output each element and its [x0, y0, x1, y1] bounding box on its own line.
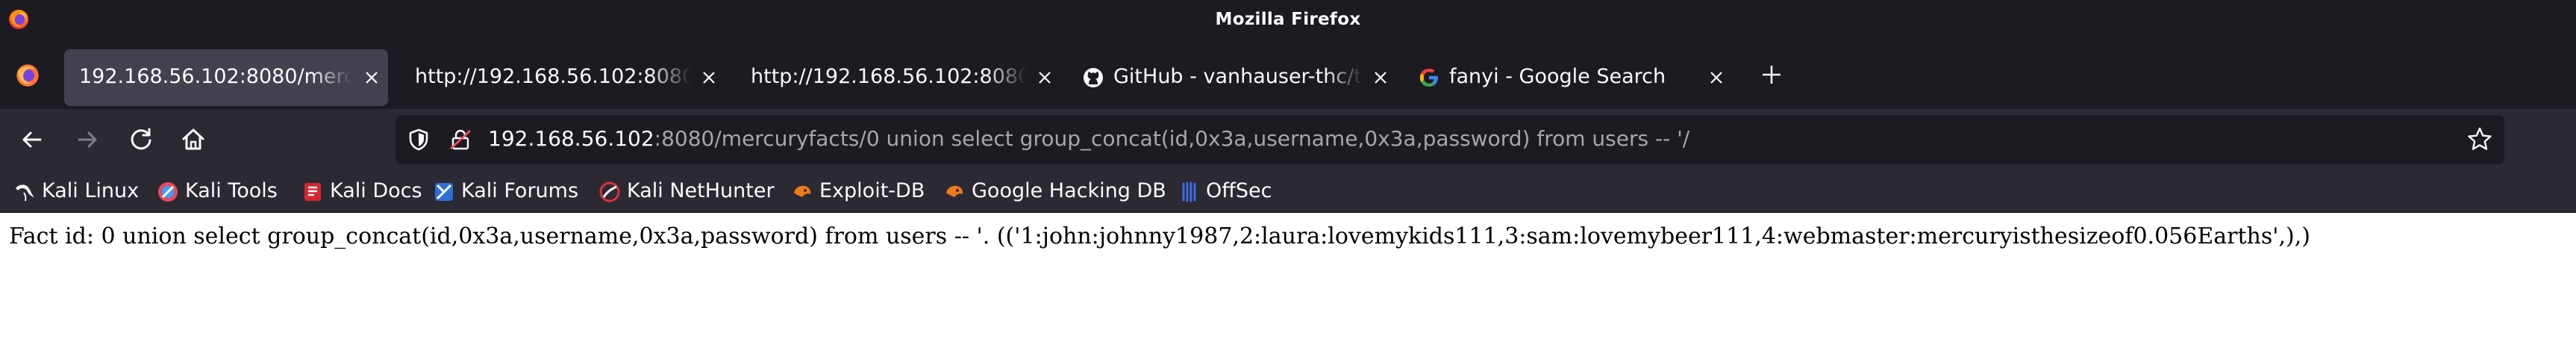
home-icon[interactable]	[178, 124, 209, 155]
close-tab-icon[interactable]	[700, 69, 718, 87]
kali-forums-icon	[435, 183, 453, 201]
bookmark-label: Exploit-DB	[819, 179, 925, 202]
bookmark-star-icon[interactable]	[2466, 125, 2494, 154]
url-text[interactable]: 192.168.56.102:8080/mercuryfacts/0 union…	[488, 126, 1689, 151]
back-arrow-icon[interactable]	[16, 124, 48, 155]
exploit-db-icon	[794, 185, 811, 197]
page-content: Fact id: 0 union select group_concat(id,…	[0, 213, 2576, 354]
tab-mercuryfacts-union[interactable]: 192.168.56.102:8080/mercuryfacts/0 union…	[64, 49, 388, 106]
url-host: 192.168.56.102	[488, 126, 654, 151]
window-titlebar: Mozilla Firefox	[0, 0, 2576, 40]
bookmark-label: Kali Docs	[330, 179, 422, 202]
tab-root[interactable]: http://192.168.56.102:8080/	[736, 49, 1061, 106]
window-title: Mozilla Firefox	[1215, 10, 1361, 29]
firefox-view-icon[interactable]	[15, 63, 40, 88]
tab-label: http://192.168.56.102:8080/	[751, 65, 1027, 88]
ghdb-icon	[946, 185, 963, 197]
bookmark-exploit-db[interactable]: Exploit-DB	[791, 176, 933, 206]
new-tab-plus-icon[interactable]	[1760, 63, 1783, 87]
close-tab-icon[interactable]	[363, 69, 381, 87]
bookmark-label: Kali Tools	[185, 179, 278, 202]
bookmark-kali-nethunter[interactable]: Kali NetHunter	[598, 176, 778, 206]
address-bar[interactable]: 192.168.56.102:8080/mercuryfacts/0 union…	[396, 115, 2504, 164]
tab-label: fanyi - Google Search	[1449, 65, 1666, 88]
kali-dragon-icon	[16, 184, 34, 202]
bookmark-label: Kali Forums	[461, 179, 579, 202]
bookmark-label: OffSec	[1206, 179, 1272, 202]
url-path: :8080/mercuryfacts/0 union select group_…	[654, 126, 1690, 151]
bookmark-google-hacking-db[interactable]: Google Hacking DB	[943, 176, 1167, 206]
kali-docs-icon	[304, 183, 321, 201]
bookmark-label: Kali Linux	[42, 179, 140, 202]
tracking-protection-shield-icon[interactable]	[406, 127, 431, 152]
close-tab-icon[interactable]	[1707, 69, 1725, 87]
bookmark-kali-docs[interactable]: Kali Docs	[301, 176, 428, 206]
nethunter-icon	[599, 181, 620, 202]
tab-strip: 192.168.56.102:8080/mercuryfacts/0 union…	[0, 40, 2576, 109]
forward-arrow-icon[interactable]	[72, 124, 103, 155]
close-tab-icon[interactable]	[1372, 69, 1389, 87]
tab-label: GitHub - vanhauser-thc/thc-hydra	[1113, 65, 1363, 88]
fact-text: Fact id: 0 union select group_concat(id,…	[9, 223, 2310, 249]
close-tab-icon[interactable]	[1036, 69, 1054, 87]
tab-label: http://192.168.56.102:8080/mercuryfacts/	[415, 65, 691, 88]
offsec-icon	[1182, 181, 1196, 202]
bookmark-label: Google Hacking DB	[972, 179, 1166, 202]
bookmark-kali-forums[interactable]: Kali Forums	[433, 176, 582, 206]
kali-tools-icon	[158, 182, 178, 202]
tab-label: 192.168.56.102:8080/mercuryfacts/0 union…	[79, 65, 352, 88]
bookmark-label: Kali NetHunter	[627, 179, 775, 202]
tab-google-search[interactable]: fanyi - Google Search	[1407, 49, 1733, 106]
insecure-lock-icon[interactable]	[448, 127, 473, 152]
github-icon	[1084, 68, 1103, 87]
reload-icon[interactable]	[125, 124, 157, 155]
tab-mercuryfacts[interactable]: http://192.168.56.102:8080/mercuryfacts/	[400, 49, 725, 106]
bookmark-kali-tools[interactable]: Kali Tools	[157, 176, 284, 206]
navigation-toolbar: 192.168.56.102:8080/mercuryfacts/0 union…	[0, 109, 2576, 170]
google-icon	[1420, 69, 1438, 87]
tab-github[interactable]: GitHub - vanhauser-thc/thc-hydra	[1072, 49, 1397, 106]
bookmarks-toolbar: Kali Linux Kali Tools Kali Docs Kali For…	[0, 170, 2576, 213]
bookmark-kali-linux[interactable]: Kali Linux	[13, 176, 148, 206]
bookmark-offsec[interactable]: OffSec	[1178, 176, 1289, 206]
